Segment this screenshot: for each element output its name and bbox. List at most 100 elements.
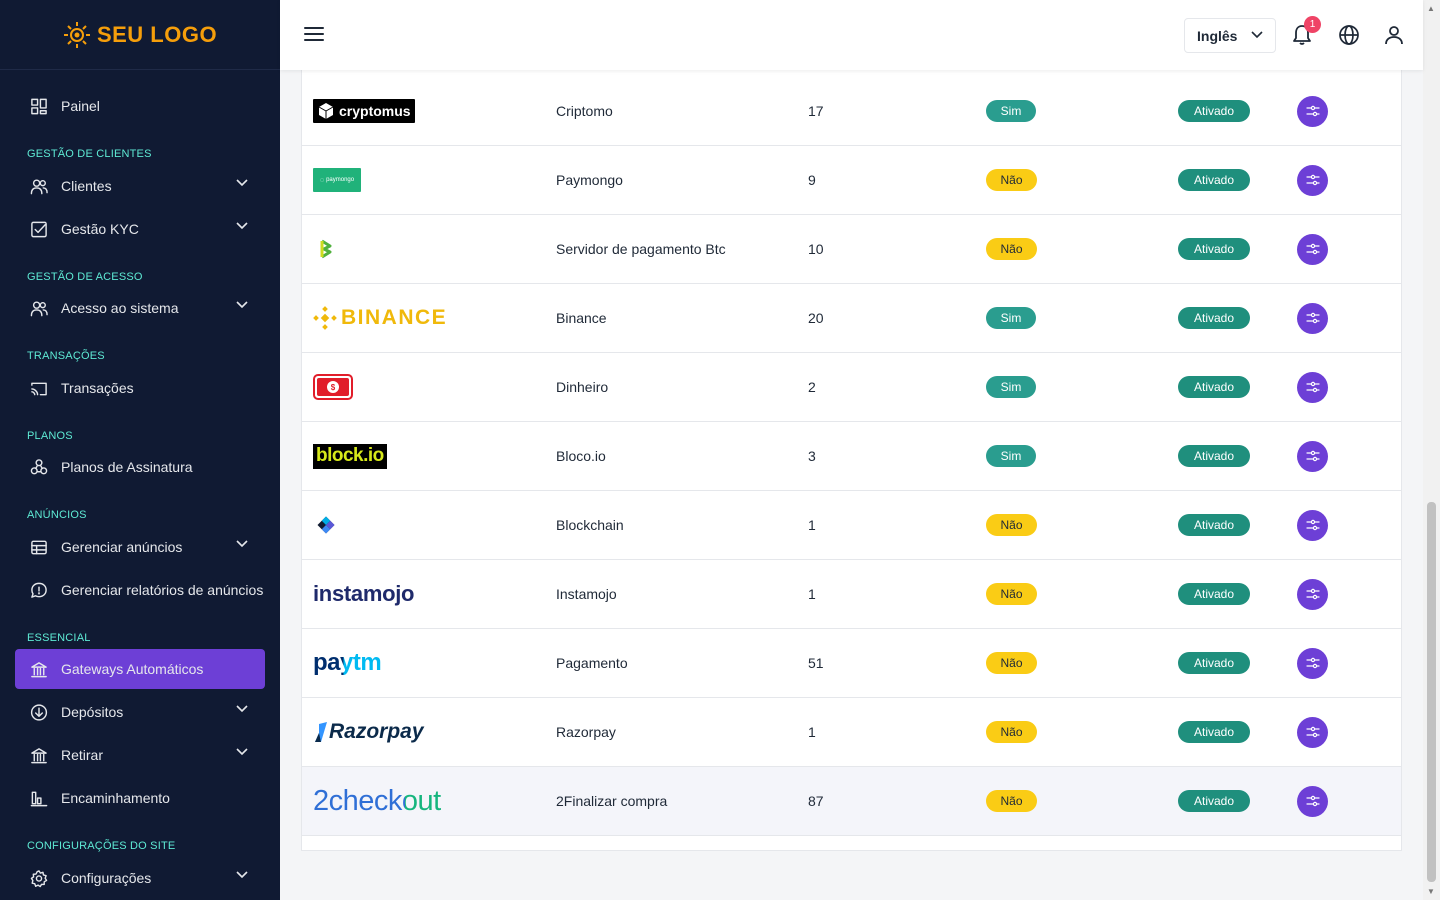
status-badge: Ativado — [1178, 307, 1250, 329]
global-badge: Sim — [986, 445, 1036, 467]
gateway-name: Servidor de pagamento Btc — [556, 241, 726, 257]
binance-logo-text: BINANCE — [341, 306, 448, 329]
sidebar-item-label: Gateways Automáticos — [61, 661, 204, 677]
sidebar-section-planos: PLANOS — [27, 430, 73, 442]
table-row: instamojo Instamojo 1 Não Ativado — [302, 560, 1401, 629]
global-badge: Não — [986, 790, 1037, 812]
gateway-action-cell — [1297, 146, 1328, 214]
sliders-icon — [1305, 243, 1320, 255]
gateway-action-cell — [1297, 215, 1328, 283]
menu-toggle-button[interactable] — [304, 25, 324, 48]
gateway-action-cell — [1297, 284, 1328, 352]
gateway-global-cell: Sim — [986, 422, 1036, 490]
table-row: block.io Bloco.io 3 Sim Ativado — [302, 422, 1401, 491]
user-profile-button[interactable] — [1384, 25, 1404, 50]
global-badge: Não — [986, 238, 1037, 260]
sidebar-item-depositos[interactable]: Depósitos — [15, 692, 265, 732]
gateway-status-cell: Ativado — [1178, 215, 1250, 283]
gateway-status-cell: Ativado — [1178, 353, 1250, 421]
sidebar-item-gestao-kyc[interactable]: Gestão KYC — [15, 209, 265, 249]
gateway-status-cell: Ativado — [1178, 422, 1250, 490]
status-badge: Ativado — [1178, 376, 1250, 398]
scroll-down-arrow-icon[interactable]: ▼ — [1427, 887, 1435, 896]
sidebar-item-label: Acesso ao sistema — [61, 300, 179, 316]
razorpay-logo: Razorpay — [313, 720, 424, 744]
sidebar-item-planos-de-assinatura[interactable]: Planos de Assinatura — [15, 447, 265, 487]
chevron-down-icon — [236, 301, 248, 309]
gateway-action-cell — [1297, 353, 1328, 421]
sidebar-item-label: Clientes — [61, 178, 112, 194]
checkbox-icon-wrap — [30, 220, 48, 238]
gateway-logo-cell: block.io — [313, 422, 387, 490]
sidebar-section-essencial: ESSENCIAL — [27, 632, 91, 644]
sidebar-item-gerenciar-relatorios-de-anuncios[interactable]: Gerenciar relatórios de anúncios — [15, 570, 265, 610]
btcpay-logo-icon — [320, 239, 332, 259]
gateway-settings-button[interactable] — [1297, 233, 1328, 265]
sliders-icon — [1305, 726, 1320, 738]
cast-icon — [31, 382, 47, 395]
table-row: 2checkout 2Finalizar compra 87 Não Ativado — [302, 767, 1401, 836]
gateway-settings-button[interactable] — [1297, 647, 1328, 679]
sidebar-section-anuncios: ANÚNCIOS — [27, 509, 87, 521]
table-row: Blockchain 1 Não Ativado — [302, 491, 1401, 560]
status-badge: Ativado — [1178, 238, 1250, 260]
sidebar: SEU LOGO Painel GESTÃO DE CLIENTES Cliente… — [0, 0, 280, 900]
sidebar-item-painel[interactable]: Painel — [15, 86, 265, 126]
scroll-up-arrow-icon[interactable]: ▲ — [1427, 4, 1435, 13]
gateway-currency-count: 51 — [808, 655, 824, 671]
global-badge: Não — [986, 514, 1037, 536]
page-scrollbar[interactable]: ▲ ▼ — [1423, 0, 1440, 900]
chevron-down-icon — [236, 748, 248, 756]
gateway-settings-button[interactable] — [1297, 578, 1328, 610]
sidebar-item-gerenciar-anuncios[interactable]: Gerenciar anúncios — [15, 527, 265, 567]
sliders-icon — [1305, 105, 1320, 117]
language-globe-button[interactable] — [1338, 24, 1360, 51]
scrollbar-thumb[interactable] — [1427, 502, 1436, 882]
gateway-currency-count: 87 — [808, 793, 824, 809]
sidebar-item-configuracoes[interactable]: Configurações — [15, 858, 265, 898]
gateway-status-cell: Ativado — [1178, 284, 1250, 352]
checkbox-icon — [31, 221, 47, 237]
gateway-settings-button[interactable] — [1297, 302, 1328, 334]
sliders-icon — [1305, 312, 1320, 324]
gateway-global-cell: Sim — [986, 77, 1036, 145]
gateway-global-cell: Não — [986, 767, 1037, 835]
sidebar-item-label: Gestão KYC — [61, 221, 139, 237]
gateway-name: Pagamento — [556, 655, 628, 671]
gear-icon — [30, 869, 48, 887]
gateway-settings-button[interactable] — [1297, 785, 1328, 817]
gateway-status-cell: Ativado — [1178, 146, 1250, 214]
language-select[interactable]: Inglês — [1184, 18, 1276, 53]
gateway-global-cell: Não — [986, 560, 1037, 628]
sidebar-item-retirar[interactable]: Retirar — [15, 735, 265, 775]
gateway-settings-button[interactable] — [1297, 371, 1328, 403]
sun-logo-icon — [63, 21, 90, 48]
gateway-currency-count: 20 — [808, 310, 824, 326]
gateway-settings-button[interactable] — [1297, 440, 1328, 472]
gateway-settings-button[interactable] — [1297, 95, 1328, 127]
gateway-settings-button[interactable] — [1297, 164, 1328, 196]
sidebar-item-transacoes[interactable]: Transações — [15, 368, 265, 408]
chat-icon — [31, 582, 47, 598]
gateway-settings-button[interactable] — [1297, 716, 1328, 748]
sidebar-section-configuracoes-do-site: CONFIGURAÇÕES DO SITE — [27, 840, 176, 852]
status-badge: Ativado — [1178, 721, 1250, 743]
sidebar-item-clientes[interactable]: Clientes — [15, 166, 265, 206]
sidebar-item-encaminhamento[interactable]: Encaminhamento — [15, 778, 265, 818]
status-badge: Ativado — [1178, 790, 1250, 812]
status-badge: Ativado — [1178, 100, 1250, 122]
gateway-global-cell: Não — [986, 215, 1037, 283]
chat-icon-wrap — [30, 581, 48, 599]
cryptomus-logo-text: cryptomus — [339, 103, 411, 119]
table-row: BINANCE Binance 20 Sim Ativado — [302, 284, 1401, 353]
sliders-icon — [1305, 381, 1320, 393]
sidebar-item-label: Gerenciar relatórios de anúncios — [61, 582, 264, 598]
gateway-global-cell: Não — [986, 629, 1037, 697]
logo-text: SEU LOGO — [96, 21, 218, 47]
sidebar-item-gateways-automaticos[interactable]: Gateways Automáticos — [15, 649, 265, 689]
gateway-action-cell — [1297, 698, 1328, 766]
brand-logo[interactable]: SEU LOGO — [0, 0, 280, 70]
gateway-settings-button[interactable] — [1297, 509, 1328, 541]
gateway-logo-cell — [313, 491, 339, 559]
sidebar-item-acesso-ao-sistema[interactable]: Acesso ao sistema — [15, 288, 265, 328]
